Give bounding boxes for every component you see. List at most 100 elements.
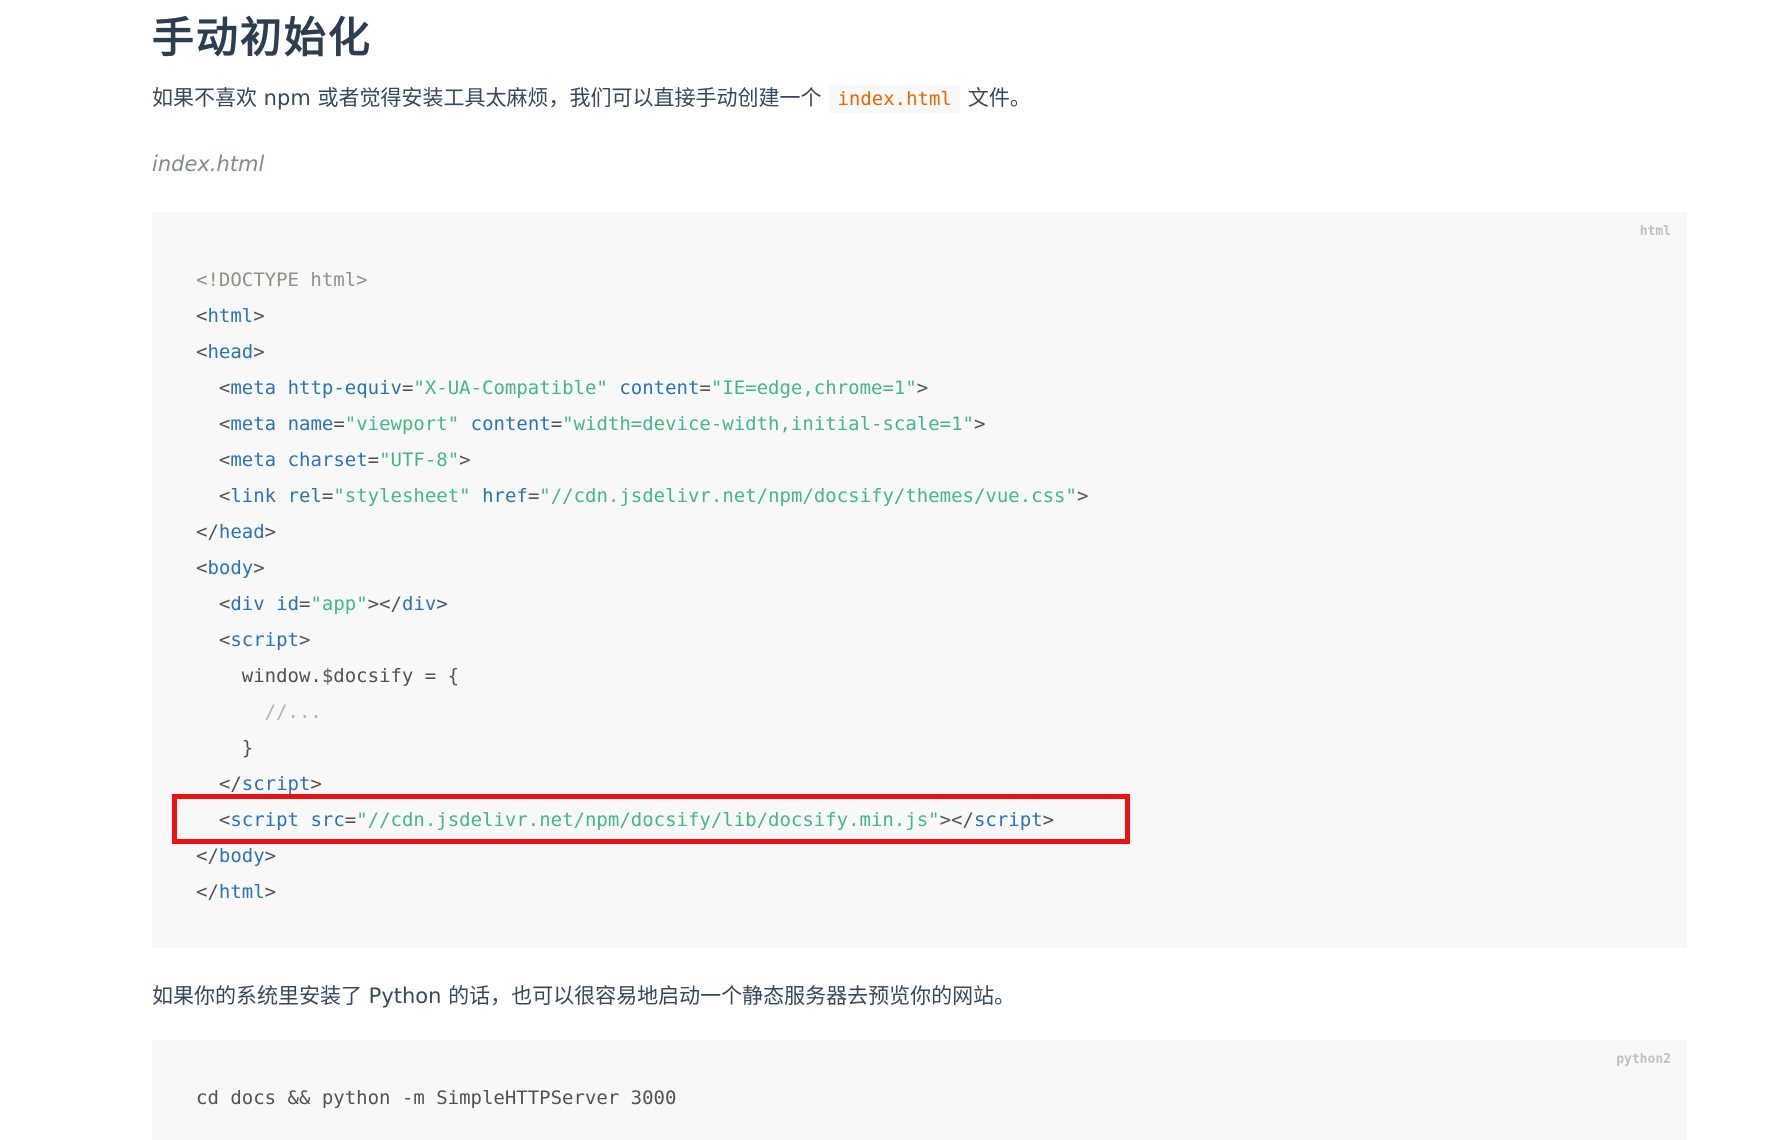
code-lines: cd docs && python -m SimpleHTTPServer 30… bbox=[196, 1080, 676, 1116]
code-token-tag: meta bbox=[230, 413, 277, 435]
code-token-punct: < bbox=[218, 809, 231, 831]
code-line: <!DOCTYPE html> bbox=[196, 262, 1088, 298]
code-token-punct: > bbox=[264, 521, 277, 543]
code-token-punct: > bbox=[1042, 809, 1055, 831]
code-token-punct: = bbox=[527, 485, 540, 507]
code-token-punct: = bbox=[550, 413, 563, 435]
code-block-python: python2 cd docs && python -m SimpleHTTPS… bbox=[152, 1040, 1687, 1140]
code-token-punct: = bbox=[344, 809, 357, 831]
code-token-tag: script bbox=[973, 809, 1043, 831]
code-token-punct: > bbox=[436, 593, 448, 615]
code-token-punct: < bbox=[218, 593, 231, 615]
code-token-punct: < bbox=[196, 341, 208, 363]
code-token-plain: window.$docsify = { bbox=[196, 665, 460, 687]
code-token-punct: = bbox=[699, 377, 711, 399]
code-line: <meta name="viewport" content="width=dev… bbox=[196, 406, 1088, 442]
code-line: </body> bbox=[196, 838, 1088, 874]
code-token-punct: </ bbox=[196, 521, 219, 543]
code-token-punct: > bbox=[973, 413, 986, 435]
code-token-punct: > bbox=[310, 773, 322, 795]
code-token-punct: > bbox=[1076, 485, 1089, 507]
code-line: <body> bbox=[196, 550, 1088, 586]
code-line: <link rel="stylesheet" href="//cdn.jsdel… bbox=[196, 478, 1089, 514]
code-token-tag: meta bbox=[230, 449, 277, 471]
code-line: window.$docsify = { bbox=[196, 658, 1088, 694]
code-token-punct: > bbox=[253, 305, 265, 327]
code-token-attr: name bbox=[287, 413, 334, 435]
code-token-tag: html bbox=[207, 305, 254, 327]
code-token-punct: = bbox=[401, 377, 414, 399]
code-language-label: python2 bbox=[1616, 1052, 1671, 1067]
code-token-punct: = bbox=[299, 593, 311, 615]
code-line: <head> bbox=[196, 334, 1088, 370]
code-token-punct: > bbox=[298, 629, 311, 651]
code-token-punct: < bbox=[218, 413, 231, 435]
code-line: </head> bbox=[196, 514, 1088, 550]
code-token-tag: meta bbox=[230, 377, 277, 399]
intro-text-after: 文件。 bbox=[967, 86, 1031, 110]
code-token-punct: > bbox=[264, 845, 277, 867]
code-token-plain: } bbox=[196, 737, 254, 759]
code-token-plain: cd docs && python -m SimpleHTTPServer 30… bbox=[196, 1087, 677, 1109]
code-token-str: "stylesheet" bbox=[333, 485, 471, 507]
code-token-str: "//cdn.jsdelivr.net/npm/docsify/themes/v… bbox=[539, 485, 1077, 507]
code-line: cd docs && python -m SimpleHTTPServer 30… bbox=[196, 1080, 676, 1116]
code-token-punct: > bbox=[459, 449, 471, 471]
code-token-doctype: <!DOCTYPE html> bbox=[196, 269, 368, 291]
code-token-tag: head bbox=[218, 521, 265, 543]
code-token-punct: = bbox=[333, 413, 345, 435]
code-line: </script> bbox=[196, 766, 1088, 802]
intro-paragraph: 如果不喜欢 npm 或者觉得安装工具太麻烦，我们可以直接手动创建一个 index.… bbox=[152, 82, 1031, 113]
code-token-str: "X-UA-Compatible" bbox=[413, 377, 608, 399]
code-filename-caption: index.html bbox=[152, 152, 265, 176]
code-token-tag: div bbox=[230, 593, 265, 615]
code-token-attr: id bbox=[276, 593, 300, 615]
code-token-punct: < bbox=[218, 377, 231, 399]
code-line: <meta http-equiv="X-UA-Compatible" conte… bbox=[196, 370, 1088, 406]
code-line: <script> bbox=[196, 622, 1088, 658]
code-token-attr: http-equiv bbox=[287, 377, 402, 399]
python-paragraph: 如果你的系统里安装了 Python 的话，也可以很容易地启动一个静态服务器去预览… bbox=[152, 984, 1016, 1008]
code-token-punct: < bbox=[196, 557, 208, 579]
code-token-punct: ></ bbox=[367, 593, 402, 615]
code-token-attr: rel bbox=[287, 485, 322, 507]
code-token-attr: src bbox=[310, 809, 345, 831]
code-lines: <!DOCTYPE html> <html> <head> <meta http-e… bbox=[196, 262, 1088, 910]
code-token-str: "viewport" bbox=[344, 413, 460, 435]
code-token-punct: < bbox=[218, 629, 231, 651]
code-token-attr: content bbox=[619, 377, 700, 399]
code-token-str: "width=device-width,initial-scale=1" bbox=[562, 413, 974, 435]
code-token-punct: = bbox=[367, 449, 380, 471]
code-token-str: "IE=edge,chrome=1" bbox=[710, 377, 917, 399]
code-token-attr: href bbox=[482, 485, 528, 507]
code-line: <html> bbox=[196, 298, 1088, 334]
code-line: } bbox=[196, 730, 1088, 766]
code-token-punct: > bbox=[253, 341, 265, 363]
code-token-tag: head bbox=[207, 341, 254, 363]
code-token-tag: body bbox=[207, 557, 254, 579]
code-token-tag: script bbox=[230, 629, 299, 651]
code-token-punct: </ bbox=[196, 881, 219, 903]
code-line: </html> bbox=[196, 874, 1088, 910]
code-token-tag: html bbox=[218, 881, 265, 903]
code-line: <div id="app"></div> bbox=[196, 586, 1088, 622]
code-token-str: "//cdn.jsdelivr.net/npm/docsify/lib/docs… bbox=[356, 809, 940, 831]
code-token-str: "UTF-8" bbox=[379, 449, 460, 471]
